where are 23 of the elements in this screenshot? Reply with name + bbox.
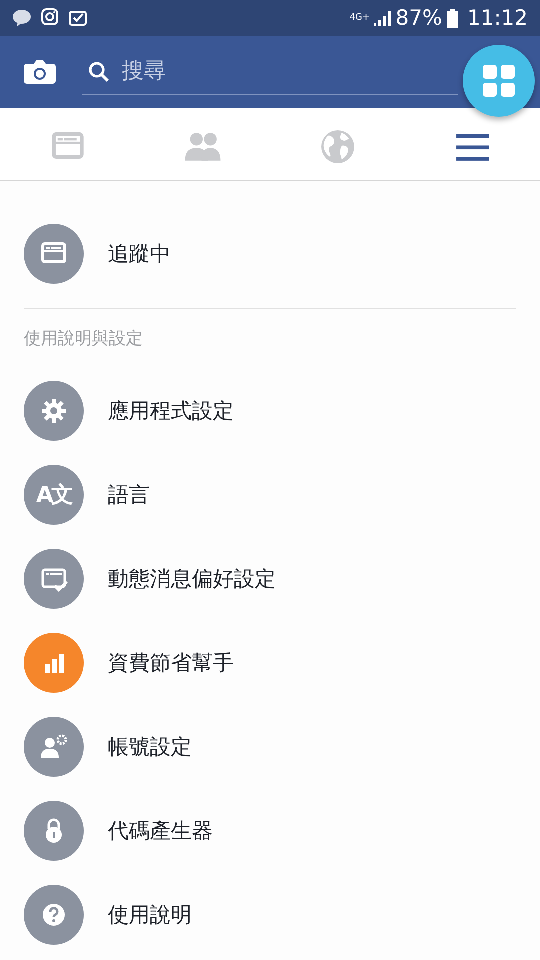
menu-item[interactable]: A文 語言 (24, 453, 516, 537)
battery-icon (447, 8, 458, 28)
chat-bubble-icon (12, 8, 32, 28)
clock-time: 11:12 (467, 6, 528, 30)
camera-icon[interactable] (24, 59, 56, 85)
grid-icon (482, 64, 516, 98)
menu-item[interactable]: 資費節省幫手 (24, 621, 516, 705)
section-header: 使用說明與設定 (24, 328, 144, 351)
menu-item[interactable]: 動態消息偏好設定 (24, 537, 516, 621)
translate-icon: A文 (24, 465, 84, 525)
apps-button[interactable] (463, 45, 535, 117)
clipboard-check-icon (68, 8, 88, 26)
menu-item[interactable]: 使用說明 (24, 873, 516, 957)
menu-item[interactable]: 追蹤中 (24, 212, 516, 296)
battery-percent: 87% (396, 6, 442, 30)
camera-outline-icon (41, 8, 59, 26)
network-type: 4G+ (350, 14, 368, 22)
search-icon (88, 60, 110, 82)
globe-icon (318, 128, 356, 166)
menu-item[interactable]: 帳號設定 (24, 705, 516, 789)
menu-item[interactable]: 應用程式設定 (24, 369, 516, 453)
menu-item[interactable]: 代碼產生器 (24, 789, 516, 873)
signal-icon (372, 9, 391, 27)
